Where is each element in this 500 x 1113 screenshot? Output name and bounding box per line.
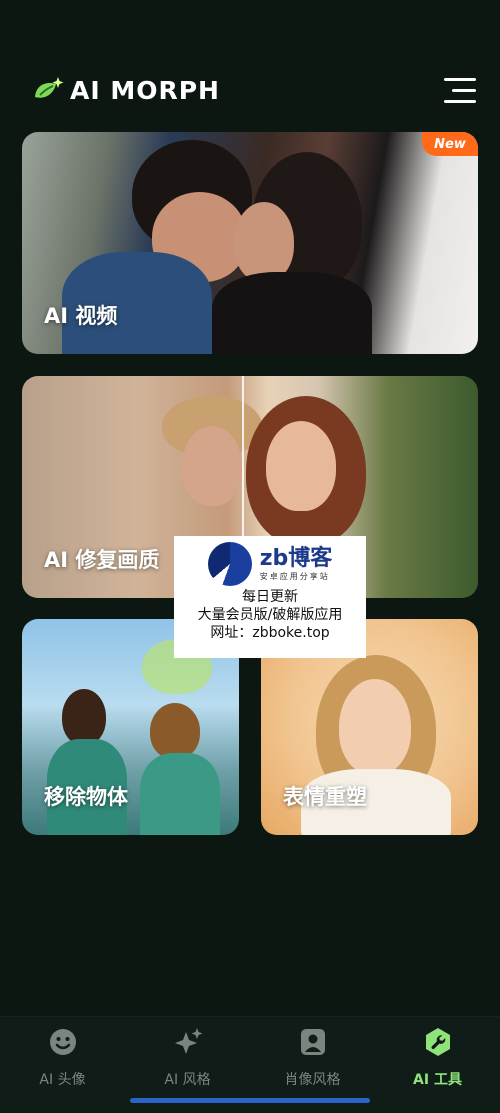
wrench-icon xyxy=(425,1028,450,1056)
right-woman-dress xyxy=(140,753,220,835)
app-title: AI MORPH xyxy=(70,75,220,105)
card-label: AI 修复画质 xyxy=(44,548,160,572)
tab-label: AI 工具 xyxy=(413,1072,462,1088)
tab-ai-tools[interactable]: AI 工具 xyxy=(375,1025,500,1089)
new-badge: New xyxy=(422,132,478,156)
woman-face xyxy=(339,679,411,775)
right-woman-hair xyxy=(150,703,200,759)
app-header: AI MORPH xyxy=(0,60,500,120)
tab-label: AI 头像 xyxy=(39,1072,86,1088)
hamburger-menu-icon[interactable] xyxy=(444,78,476,104)
ai-video-card[interactable]: New AI 视频 xyxy=(22,132,478,354)
watermark-line: 大量会员版/破解版应用 xyxy=(197,607,343,623)
watermark-logo-icon xyxy=(207,542,252,586)
card-label: 表情重塑 xyxy=(283,785,367,809)
leaf-sparkle-logo-icon xyxy=(35,77,64,98)
smiley-face-icon xyxy=(49,1029,76,1055)
tab-label: 肖像风格 xyxy=(284,1072,341,1088)
woman-top xyxy=(212,272,372,354)
tab-ai-style[interactable]: AI 风格 xyxy=(125,1025,250,1089)
watermark-line: 网址：zbboke.top xyxy=(210,625,330,641)
left-woman-hair xyxy=(62,689,106,745)
watermark-overlay: zb博客 安卓应用分享站 每日更新 大量会员版/破解版应用 网址：zbboke.… xyxy=(174,536,366,658)
blurry-face xyxy=(182,426,242,506)
tab-portrait-style[interactable]: 肖像风格 xyxy=(250,1025,375,1089)
watermark-title: zb博客 xyxy=(259,545,333,571)
home-indicator xyxy=(130,1098,370,1103)
tab-ai-avatar[interactable]: AI 头像 xyxy=(0,1025,125,1089)
app-logo: AI MORPH xyxy=(32,72,220,108)
watermark-line: 每日更新 xyxy=(242,589,298,605)
sparkle-icon xyxy=(174,1028,202,1054)
clear-face xyxy=(266,421,336,511)
card-label: AI 视频 xyxy=(44,304,118,328)
portrait-icon xyxy=(300,1029,325,1055)
card-label: 移除物体 xyxy=(44,785,128,809)
watermark-subtitle: 安卓应用分享站 xyxy=(259,571,330,581)
tab-label: AI 风格 xyxy=(164,1072,211,1088)
woman-face xyxy=(234,202,294,282)
